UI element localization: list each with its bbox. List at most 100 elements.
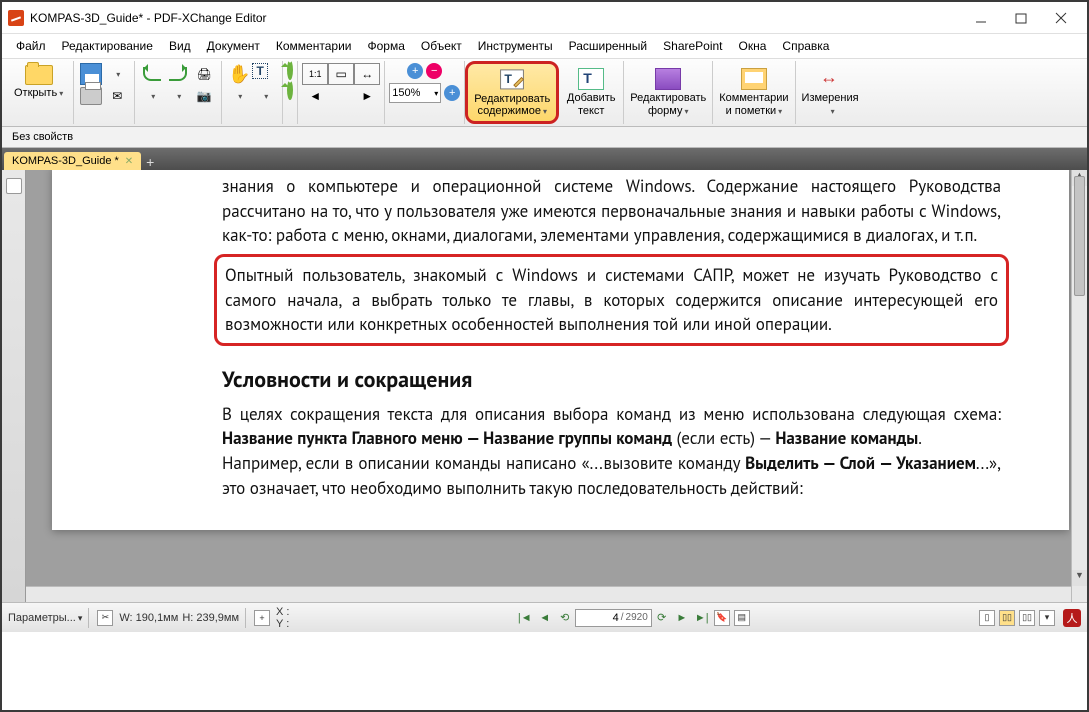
continuous-view[interactable]: ▯▯ <box>999 610 1015 626</box>
doc-heading[interactable]: Условности и сокращения <box>222 366 1001 394</box>
menu-help[interactable]: Справка <box>774 36 837 56</box>
maximize-button[interactable] <box>1001 3 1041 33</box>
next-page-button[interactable]: ► <box>673 609 691 627</box>
zoom-out-button[interactable]: − <box>426 63 442 79</box>
edit-content-button[interactable]: T Редактироватьсодержимое <box>465 61 559 124</box>
first-page-button[interactable]: |◄ <box>516 609 534 627</box>
document-area: знания о компьютере и операционной систе… <box>2 170 1087 602</box>
fit-page[interactable]: ▭ <box>328 63 354 85</box>
undo-icon <box>143 67 161 81</box>
rotate-left-button[interactable] <box>287 63 293 77</box>
menu-advanced[interactable]: Расширенный <box>561 36 656 56</box>
vertical-scrollbar[interactable]: ▲ ▼ <box>1071 170 1087 602</box>
camera-button[interactable]: 📷 <box>191 85 217 107</box>
next-view-button[interactable]: ⟳ <box>653 609 671 627</box>
layout-drop[interactable]: ▾ <box>1039 610 1055 626</box>
menu-view[interactable]: Вид <box>161 36 199 56</box>
open-button[interactable]: Открыть <box>8 63 69 101</box>
fit-actual[interactable]: 1:1 <box>302 63 328 85</box>
zoom-input[interactable]: ▾ <box>389 83 441 103</box>
width-value: 190,1мм <box>136 612 179 624</box>
comments-button[interactable]: Комментариии пометки <box>713 61 794 124</box>
zoom-marquee-icon: + <box>444 85 460 101</box>
minimize-button[interactable] <box>961 3 1001 33</box>
doc-paragraph[interactable]: Например, если в описании команды написа… <box>222 451 1001 500</box>
menu-object[interactable]: Объект <box>413 36 470 56</box>
menu-document[interactable]: Документ <box>199 36 268 56</box>
rotate-right-button[interactable] <box>287 83 293 97</box>
toolbar-ribbon: Открыть ✉ 🖨 📷 ✋ T <box>2 59 1087 127</box>
menu-windows[interactable]: Окна <box>731 36 775 56</box>
last-page-button[interactable]: ►| <box>693 609 711 627</box>
page-number-input[interactable]: /2920 <box>575 609 652 627</box>
window-title: KOMPAS-3D_Guide* - PDF-XChange Editor <box>30 11 961 25</box>
menu-file[interactable]: Файл <box>8 36 54 56</box>
edit-form-icon <box>655 68 681 90</box>
scroll-thumb[interactable] <box>1074 176 1085 296</box>
select-drop[interactable] <box>252 85 278 107</box>
doc-paragraph[interactable]: знания о компьютере и операционной систе… <box>222 174 1001 248</box>
zoom-marquee[interactable]: + <box>444 85 460 101</box>
redo-button[interactable] <box>165 63 191 85</box>
print-button[interactable] <box>78 85 104 107</box>
measure-label-1: Измерения <box>802 92 859 104</box>
menu-tools[interactable]: Инструменты <box>470 36 561 56</box>
edit-form-label-2: форму <box>648 105 689 117</box>
doc-paragraph[interactable]: В целях сокращения текста для описания в… <box>222 402 1001 451</box>
scan-button[interactable]: 🖨 <box>191 63 217 85</box>
layers-icon[interactable]: ▤ <box>734 610 750 626</box>
zoom-in-button[interactable]: + <box>407 63 423 79</box>
prev-page-button[interactable]: ◄ <box>536 609 554 627</box>
height-value: 239,9мм <box>196 612 239 624</box>
bookmark-icon[interactable]: 🔖 <box>714 610 730 626</box>
doc-paragraph[interactable]: Опытный пользователь, знакомый с Windows… <box>225 263 998 337</box>
open-label: Открыть <box>14 87 63 99</box>
menu-edit[interactable]: Редактирование <box>54 36 161 56</box>
two-page-view[interactable]: ▯▯ <box>1019 610 1035 626</box>
crosshair-icon[interactable]: + <box>254 610 270 626</box>
save-dropdown[interactable] <box>104 63 130 85</box>
crop-icon[interactable]: ✂ <box>97 610 113 626</box>
edit-content-label-1: Редактировать <box>474 93 550 105</box>
menu-sharepoint[interactable]: SharePoint <box>655 36 730 56</box>
page-current-field[interactable] <box>579 612 619 624</box>
redo-drop[interactable] <box>165 85 191 107</box>
undo-button[interactable] <box>139 63 165 85</box>
edit-form-label-1: Редактировать <box>630 92 706 104</box>
add-text-button[interactable]: Добавитьтекст <box>559 61 623 124</box>
redo-icon <box>169 67 187 81</box>
zoom-plus-icon: + <box>407 63 423 79</box>
email-button[interactable]: ✉ <box>104 85 130 107</box>
menu-form[interactable]: Форма <box>359 36 412 56</box>
menu-bar: Файл Редактирование Вид Документ Коммент… <box>2 34 1087 59</box>
document-tabs: KOMPAS-3D_Guide * ✕ + <box>2 148 1087 170</box>
y-label: Y : <box>276 618 289 630</box>
add-text-label-2: текст <box>578 105 605 117</box>
select-text-tool[interactable]: T <box>252 63 268 79</box>
new-tab-button[interactable]: + <box>141 154 159 170</box>
hand-tool[interactable]: ✋ <box>226 63 252 85</box>
tab-close-icon[interactable]: ✕ <box>125 156 133 167</box>
prev-view-button[interactable]: ⟲ <box>556 609 574 627</box>
zoom-value-field[interactable] <box>392 87 434 99</box>
page-view[interactable]: знания о компьютере и операционной систе… <box>52 170 1069 530</box>
single-page-view[interactable]: ▯ <box>979 610 995 626</box>
params-button[interactable]: Параметры... <box>8 612 82 624</box>
folder-open-icon <box>25 65 53 85</box>
adobe-icon[interactable]: 人 <box>1063 609 1081 627</box>
horizontal-scrollbar[interactable] <box>26 586 1087 602</box>
fit-width[interactable]: ↔ <box>354 63 380 85</box>
scroll-down-icon[interactable]: ▼ <box>1072 570 1087 586</box>
document-tab[interactable]: KOMPAS-3D_Guide * ✕ <box>4 152 141 170</box>
menu-comments[interactable]: Комментарии <box>268 36 360 56</box>
edit-form-button[interactable]: Редактироватьформу <box>624 61 712 124</box>
close-button[interactable] <box>1041 3 1081 33</box>
measure-button[interactable]: Измерения <box>796 61 865 124</box>
app-icon <box>8 10 24 26</box>
prev-view[interactable]: ◄ <box>302 85 328 107</box>
next-view[interactable]: ► <box>354 85 380 107</box>
hand-drop[interactable] <box>226 85 252 107</box>
side-expand-icon[interactable] <box>6 178 22 194</box>
undo-drop[interactable] <box>139 85 165 107</box>
rotate-left-icon <box>287 60 293 80</box>
